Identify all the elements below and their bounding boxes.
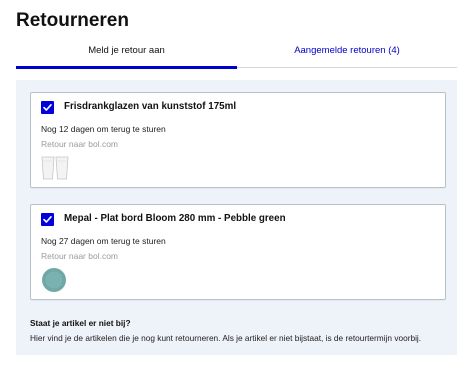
item-return-destination: Retour naar bol.com [41,251,119,261]
item-name: Frisdrankglazen van kunststof 175ml [64,101,237,112]
item-deadline: Nog 12 dagen om terug te sturen [41,124,166,134]
item-return-destination: Retour naar bol.com [41,139,119,149]
checkmark-icon [43,216,52,223]
return-item-card[interactable]: Frisdrankglazen van kunststof 175ml Nog … [30,92,446,188]
item-deadline: Nog 27 dagen om terug te sturen [41,236,166,246]
item-name: Mepal - Plat bord Bloom 280 mm - Pebble … [64,213,286,224]
page-title: Retourneren [16,10,129,31]
checkmark-icon [43,104,52,111]
drinking-glasses-thumbnail [41,156,69,180]
tab-bar: Meld je retour aan Aangemelde retouren (… [16,40,457,69]
item-checkbox[interactable] [41,213,54,226]
tab-aangemelde-retouren[interactable]: Aangemelde retouren (4) [237,40,457,68]
missing-item-explanation: Hier vind je de artikelen die je nog kun… [30,333,422,343]
returnable-items-panel: Frisdrankglazen van kunststof 175ml Nog … [16,80,457,355]
return-item-card[interactable]: Mepal - Plat bord Bloom 280 mm - Pebble … [30,204,446,300]
green-plate-thumbnail [42,268,66,292]
item-checkbox[interactable] [41,101,54,114]
tab-meld-retour[interactable]: Meld je retour aan [16,40,237,69]
missing-item-question: Staat je artikel er niet bij? [30,318,131,328]
